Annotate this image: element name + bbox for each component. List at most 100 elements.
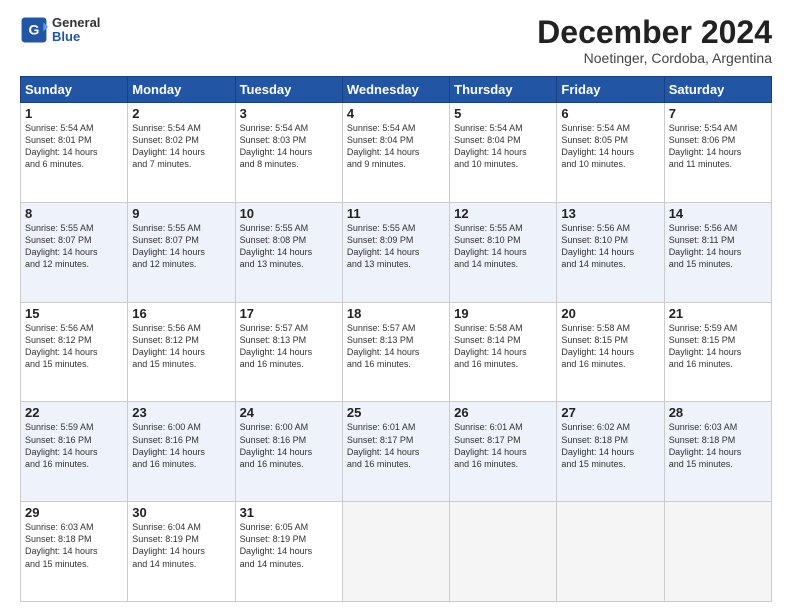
day-number: 3 xyxy=(240,106,338,121)
day-info: Sunrise: 5:57 AM Sunset: 8:13 PM Dayligh… xyxy=(240,322,338,371)
day-info: Sunrise: 5:55 AM Sunset: 8:10 PM Dayligh… xyxy=(454,222,552,271)
day-number: 9 xyxy=(132,206,230,221)
day-info: Sunrise: 5:55 AM Sunset: 8:09 PM Dayligh… xyxy=(347,222,445,271)
calendar-cell-day-3: 3Sunrise: 5:54 AM Sunset: 8:03 PM Daylig… xyxy=(235,103,342,203)
calendar-cell-day-27: 27Sunrise: 6:02 AM Sunset: 8:18 PM Dayli… xyxy=(557,402,664,502)
day-info: Sunrise: 5:55 AM Sunset: 8:08 PM Dayligh… xyxy=(240,222,338,271)
day-info: Sunrise: 5:57 AM Sunset: 8:13 PM Dayligh… xyxy=(347,322,445,371)
title-block: December 2024 Noetinger, Cordoba, Argent… xyxy=(537,16,772,66)
calendar-header-thursday: Thursday xyxy=(450,77,557,103)
calendar-cell-day-11: 11Sunrise: 5:55 AM Sunset: 8:09 PM Dayli… xyxy=(342,202,449,302)
day-info: Sunrise: 5:54 AM Sunset: 8:02 PM Dayligh… xyxy=(132,122,230,171)
day-info: Sunrise: 6:00 AM Sunset: 8:16 PM Dayligh… xyxy=(240,421,338,470)
day-number: 28 xyxy=(669,405,767,420)
calendar-cell-day-2: 2Sunrise: 5:54 AM Sunset: 8:02 PM Daylig… xyxy=(128,103,235,203)
day-info: Sunrise: 5:54 AM Sunset: 8:04 PM Dayligh… xyxy=(347,122,445,171)
logo-blue: Blue xyxy=(52,30,100,44)
calendar-cell-empty xyxy=(557,502,664,602)
day-number: 29 xyxy=(25,505,123,520)
calendar-cell-day-23: 23Sunrise: 6:00 AM Sunset: 8:16 PM Dayli… xyxy=(128,402,235,502)
page: G General Blue December 2024 Noetinger, … xyxy=(0,0,792,612)
day-info: Sunrise: 5:56 AM Sunset: 8:12 PM Dayligh… xyxy=(132,322,230,371)
day-info: Sunrise: 5:59 AM Sunset: 8:16 PM Dayligh… xyxy=(25,421,123,470)
calendar-cell-day-12: 12Sunrise: 5:55 AM Sunset: 8:10 PM Dayli… xyxy=(450,202,557,302)
day-number: 31 xyxy=(240,505,338,520)
calendar-cell-day-31: 31Sunrise: 6:05 AM Sunset: 8:19 PM Dayli… xyxy=(235,502,342,602)
day-number: 2 xyxy=(132,106,230,121)
logo-icon: G xyxy=(20,16,48,44)
calendar-header-saturday: Saturday xyxy=(664,77,771,103)
calendar-cell-day-24: 24Sunrise: 6:00 AM Sunset: 8:16 PM Dayli… xyxy=(235,402,342,502)
day-info: Sunrise: 5:59 AM Sunset: 8:15 PM Dayligh… xyxy=(669,322,767,371)
calendar-cell-day-29: 29Sunrise: 6:03 AM Sunset: 8:18 PM Dayli… xyxy=(21,502,128,602)
day-number: 24 xyxy=(240,405,338,420)
calendar-cell-day-18: 18Sunrise: 5:57 AM Sunset: 8:13 PM Dayli… xyxy=(342,302,449,402)
calendar-cell-day-4: 4Sunrise: 5:54 AM Sunset: 8:04 PM Daylig… xyxy=(342,103,449,203)
calendar-cell-day-9: 9Sunrise: 5:55 AM Sunset: 8:07 PM Daylig… xyxy=(128,202,235,302)
calendar-header-wednesday: Wednesday xyxy=(342,77,449,103)
svg-text:G: G xyxy=(29,22,40,38)
day-number: 17 xyxy=(240,306,338,321)
day-info: Sunrise: 5:55 AM Sunset: 8:07 PM Dayligh… xyxy=(132,222,230,271)
day-number: 18 xyxy=(347,306,445,321)
calendar-cell-day-17: 17Sunrise: 5:57 AM Sunset: 8:13 PM Dayli… xyxy=(235,302,342,402)
day-number: 10 xyxy=(240,206,338,221)
day-number: 22 xyxy=(25,405,123,420)
day-info: Sunrise: 6:02 AM Sunset: 8:18 PM Dayligh… xyxy=(561,421,659,470)
day-number: 5 xyxy=(454,106,552,121)
day-info: Sunrise: 6:01 AM Sunset: 8:17 PM Dayligh… xyxy=(347,421,445,470)
calendar-cell-day-14: 14Sunrise: 5:56 AM Sunset: 8:11 PM Dayli… xyxy=(664,202,771,302)
logo-general: General xyxy=(52,16,100,30)
calendar-cell-day-13: 13Sunrise: 5:56 AM Sunset: 8:10 PM Dayli… xyxy=(557,202,664,302)
day-number: 6 xyxy=(561,106,659,121)
day-number: 20 xyxy=(561,306,659,321)
calendar-week-1: 1Sunrise: 5:54 AM Sunset: 8:01 PM Daylig… xyxy=(21,103,772,203)
day-info: Sunrise: 5:54 AM Sunset: 8:06 PM Dayligh… xyxy=(669,122,767,171)
day-number: 14 xyxy=(669,206,767,221)
day-number: 13 xyxy=(561,206,659,221)
calendar-cell-day-16: 16Sunrise: 5:56 AM Sunset: 8:12 PM Dayli… xyxy=(128,302,235,402)
calendar-cell-day-22: 22Sunrise: 5:59 AM Sunset: 8:16 PM Dayli… xyxy=(21,402,128,502)
day-info: Sunrise: 5:54 AM Sunset: 8:04 PM Dayligh… xyxy=(454,122,552,171)
calendar-header-friday: Friday xyxy=(557,77,664,103)
day-info: Sunrise: 6:01 AM Sunset: 8:17 PM Dayligh… xyxy=(454,421,552,470)
calendar-cell-day-5: 5Sunrise: 5:54 AM Sunset: 8:04 PM Daylig… xyxy=(450,103,557,203)
day-info: Sunrise: 6:04 AM Sunset: 8:19 PM Dayligh… xyxy=(132,521,230,570)
day-number: 1 xyxy=(25,106,123,121)
month-title: December 2024 xyxy=(537,16,772,48)
day-number: 7 xyxy=(669,106,767,121)
calendar-cell-empty xyxy=(664,502,771,602)
day-number: 12 xyxy=(454,206,552,221)
day-info: Sunrise: 6:03 AM Sunset: 8:18 PM Dayligh… xyxy=(25,521,123,570)
calendar-week-2: 8Sunrise: 5:55 AM Sunset: 8:07 PM Daylig… xyxy=(21,202,772,302)
calendar-cell-day-28: 28Sunrise: 6:03 AM Sunset: 8:18 PM Dayli… xyxy=(664,402,771,502)
calendar-cell-day-26: 26Sunrise: 6:01 AM Sunset: 8:17 PM Dayli… xyxy=(450,402,557,502)
calendar-week-3: 15Sunrise: 5:56 AM Sunset: 8:12 PM Dayli… xyxy=(21,302,772,402)
day-number: 4 xyxy=(347,106,445,121)
day-number: 16 xyxy=(132,306,230,321)
calendar-cell-empty xyxy=(450,502,557,602)
day-info: Sunrise: 5:54 AM Sunset: 8:01 PM Dayligh… xyxy=(25,122,123,171)
day-info: Sunrise: 6:03 AM Sunset: 8:18 PM Dayligh… xyxy=(669,421,767,470)
calendar-cell-day-20: 20Sunrise: 5:58 AM Sunset: 8:15 PM Dayli… xyxy=(557,302,664,402)
day-info: Sunrise: 5:58 AM Sunset: 8:14 PM Dayligh… xyxy=(454,322,552,371)
calendar-cell-day-8: 8Sunrise: 5:55 AM Sunset: 8:07 PM Daylig… xyxy=(21,202,128,302)
calendar-header-row: SundayMondayTuesdayWednesdayThursdayFrid… xyxy=(21,77,772,103)
day-number: 11 xyxy=(347,206,445,221)
calendar-table: SundayMondayTuesdayWednesdayThursdayFrid… xyxy=(20,76,772,602)
calendar-header-sunday: Sunday xyxy=(21,77,128,103)
calendar-cell-day-10: 10Sunrise: 5:55 AM Sunset: 8:08 PM Dayli… xyxy=(235,202,342,302)
calendar-cell-day-21: 21Sunrise: 5:59 AM Sunset: 8:15 PM Dayli… xyxy=(664,302,771,402)
calendar-cell-day-1: 1Sunrise: 5:54 AM Sunset: 8:01 PM Daylig… xyxy=(21,103,128,203)
day-number: 26 xyxy=(454,405,552,420)
day-info: Sunrise: 5:55 AM Sunset: 8:07 PM Dayligh… xyxy=(25,222,123,271)
day-number: 25 xyxy=(347,405,445,420)
logo: G General Blue xyxy=(20,16,100,45)
calendar-cell-day-7: 7Sunrise: 5:54 AM Sunset: 8:06 PM Daylig… xyxy=(664,103,771,203)
day-number: 27 xyxy=(561,405,659,420)
calendar-cell-day-30: 30Sunrise: 6:04 AM Sunset: 8:19 PM Dayli… xyxy=(128,502,235,602)
day-info: Sunrise: 5:56 AM Sunset: 8:12 PM Dayligh… xyxy=(25,322,123,371)
calendar-cell-day-25: 25Sunrise: 6:01 AM Sunset: 8:17 PM Dayli… xyxy=(342,402,449,502)
calendar-cell-day-6: 6Sunrise: 5:54 AM Sunset: 8:05 PM Daylig… xyxy=(557,103,664,203)
day-info: Sunrise: 5:56 AM Sunset: 8:10 PM Dayligh… xyxy=(561,222,659,271)
